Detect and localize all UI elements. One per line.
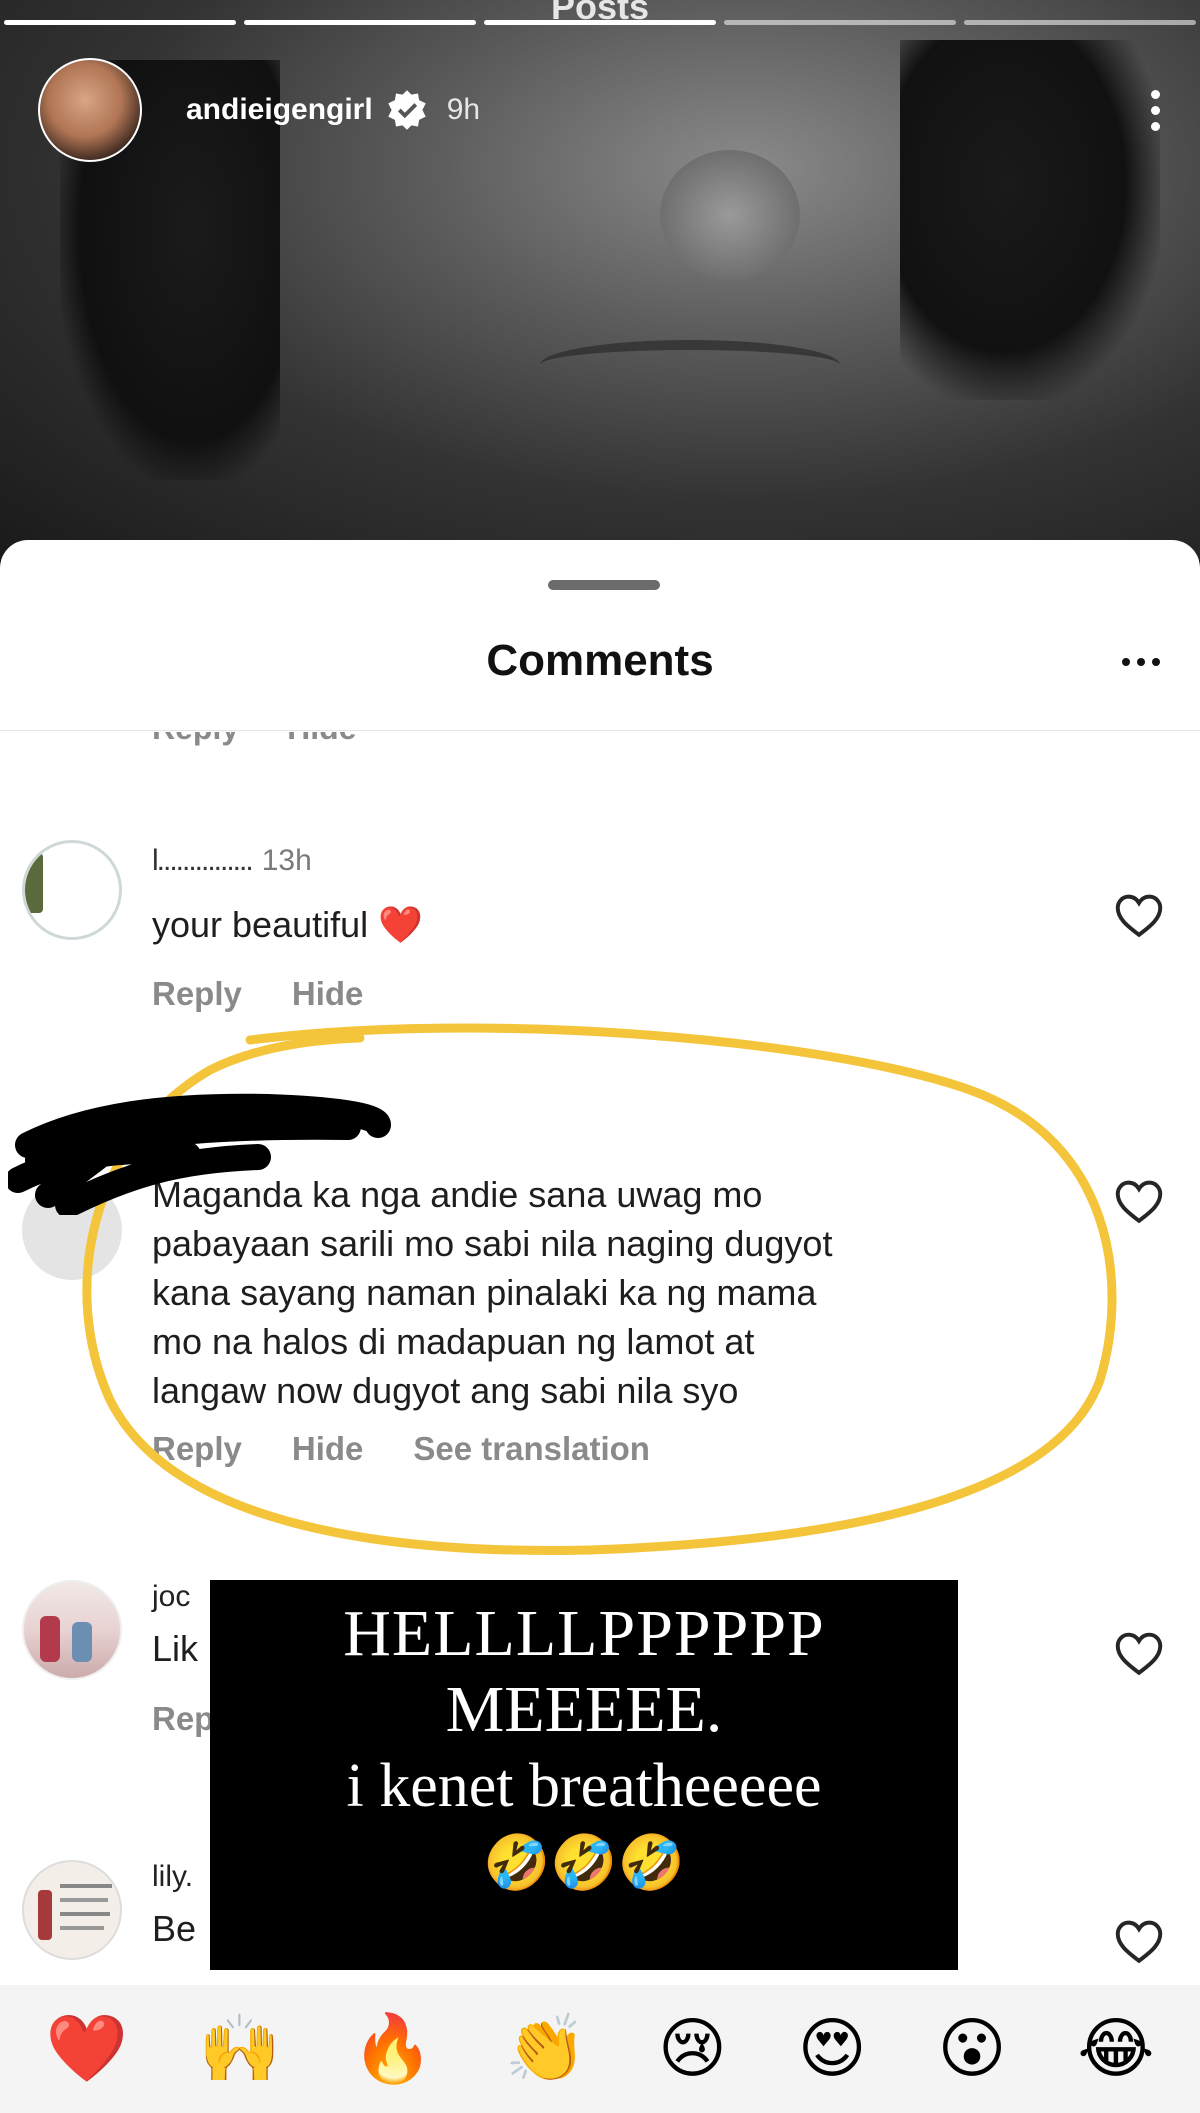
surprised-face-reaction-icon[interactable]: 😮 xyxy=(938,2016,1007,2082)
caption-line: i kenet breatheeeee xyxy=(346,1752,822,1820)
hide-button[interactable]: Hide xyxy=(287,732,356,746)
comment-time: 13h xyxy=(261,844,312,877)
story-header: andieigengirl 9h xyxy=(38,58,1170,162)
comment-avatar[interactable] xyxy=(22,1860,122,1960)
story-progress-bar xyxy=(0,20,1200,26)
heart-eyes-reaction-icon[interactable]: 😍 xyxy=(798,2016,867,2082)
hide-button[interactable]: Hide xyxy=(292,975,364,1012)
reply-button[interactable]: Reply xyxy=(152,975,242,1012)
reaction-bar: ❤️ 🙌 🔥 👏 😢 😍 😮 😂 xyxy=(0,1985,1200,2113)
reply-button[interactable]: Reply xyxy=(152,732,239,746)
like-heart-icon[interactable] xyxy=(1114,1630,1164,1676)
comment-text: your beautiful ❤️ xyxy=(152,904,423,945)
clapping-reaction-icon[interactable]: 👏 xyxy=(505,2016,587,2082)
divider xyxy=(0,730,1200,731)
comment-actions: Reply Hide xyxy=(152,975,413,1013)
drag-handle[interactable] xyxy=(548,580,660,590)
raising-hands-reaction-icon[interactable]: 🙌 xyxy=(199,2016,281,2082)
laughing-tears-reaction-icon[interactable]: 😂 xyxy=(1077,2016,1154,2082)
comment-avatar[interactable] xyxy=(22,840,122,940)
like-heart-icon[interactable] xyxy=(1114,892,1164,938)
redaction-scribble xyxy=(8,1093,391,1215)
story-caption-overlay: HELLLLPPPPPP MEEEEE. i kenet breatheeeee… xyxy=(210,1580,958,1970)
reply-button[interactable]: Rep xyxy=(152,1700,214,1737)
sheet-title: Comments xyxy=(486,636,714,685)
comment-username[interactable]: joc xyxy=(152,1580,190,1614)
story-avatar[interactable] xyxy=(38,58,142,162)
story-username[interactable]: andieigengirl xyxy=(186,93,373,127)
story-time: 9h xyxy=(446,93,481,126)
crying-face-reaction-icon[interactable]: 😢 xyxy=(658,2016,727,2082)
red-heart-reaction-icon[interactable]: ❤️ xyxy=(45,2016,127,2082)
sheet-more-icon[interactable] xyxy=(1122,658,1160,666)
caption-line: MEEEEE. xyxy=(445,1673,723,1746)
comment-username[interactable]: lily. xyxy=(152,1860,193,1894)
caption-line: HELLLLPPPPPP xyxy=(343,1597,825,1670)
like-heart-icon[interactable] xyxy=(1114,1918,1164,1964)
comment-username[interactable]: l............... 13h xyxy=(152,844,312,878)
fire-reaction-icon[interactable]: 🔥 xyxy=(352,2016,434,2082)
caption-emoji: 🤣🤣🤣 xyxy=(483,1833,685,1893)
verified-badge-icon xyxy=(388,90,426,130)
more-options-icon[interactable] xyxy=(1151,89,1160,131)
comment-avatar[interactable] xyxy=(22,1580,122,1680)
cut-off-actions: Reply Hide xyxy=(152,732,404,747)
